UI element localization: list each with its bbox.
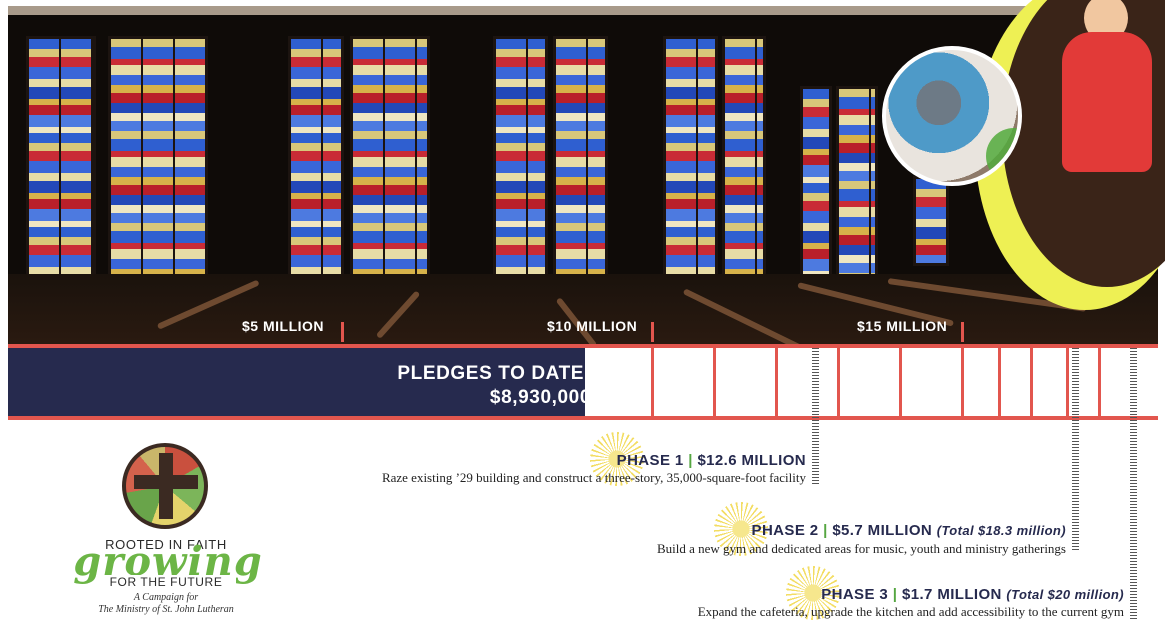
phase2-marker [1072,348,1079,552]
stained-glass-window [836,86,878,281]
logo-sub-line1: A Campaign for [133,592,199,603]
phase3-heading: PHASE 3 | $1.7 MILLION (Total $20 millio… [821,586,1124,603]
logo-sub-line2: The Ministry of St. John Lutheran [98,604,234,615]
bar-segment [899,348,902,416]
bar-segment [1098,348,1101,416]
phase1-amount: $12.6 MILLION [697,452,806,469]
stained-glass-window [350,36,430,301]
bar-segment [775,348,778,416]
bar-segment [1030,348,1033,416]
stained-glass-window [663,36,718,301]
pledges-amount: $8,930,000 [489,387,591,408]
phase2-description: Build a new gym and dedicated areas for … [656,541,1066,556]
milestone-tick [651,322,654,342]
phase3-total: (Total $20 million) [1006,587,1124,602]
stained-glass-window [722,36,766,301]
bar-segment [998,348,1001,416]
milestone-15m: $15 MILLION [857,318,948,334]
stained-glass-window [493,36,548,301]
phase3-description: Expand the cafeteria, upgrade the kitche… [697,604,1124,619]
logo-campaign-subtitle: A Campaign for The Ministry of St. John … [66,592,266,616]
phase2-heading: PHASE 2 | $5.7 MILLION (Total $18.3 mill… [752,522,1066,539]
phase2-name: PHASE 2 [751,522,819,539]
phase2-amount: $5.7 MILLION [832,522,933,539]
bar-segment [961,348,964,416]
pledges-label: PLEDGES TO DATE: [397,363,591,384]
milestone-tick [961,322,964,342]
stained-glass-window [288,36,344,301]
kids-photo [882,46,1022,186]
phase1-description: Raze existing ’29 building and construct… [381,470,806,485]
stained-glass-window [26,36,96,301]
milestone-tick [341,322,344,342]
stained-glass-window [913,176,949,266]
phase3-marker [1130,348,1137,620]
phase1-name: PHASE 1 [616,452,684,469]
phase2-separator: | [823,522,828,539]
cross-horizontal [134,475,198,489]
phase1-marker [812,348,819,484]
milestone-10m: $10 MILLION [547,318,638,334]
milestone-5m: $5 MILLION [242,318,325,334]
stained-glass-window [800,86,832,281]
logo-for-the-future: FOR THE FUTURE [96,575,236,589]
phase3-separator: | [892,586,898,603]
bar-segment [713,348,716,416]
bar-segment [1066,348,1069,416]
phase1-separator: | [688,452,693,469]
stained-glass-window [108,36,208,301]
phase1-heading: PHASE 1 | $12.6 MILLION [617,452,806,469]
kid-red-shirt [1062,32,1152,172]
stained-glass-window [553,36,608,301]
pledges-to-date: PLEDGES TO DATE: $8,930,000 [397,362,591,410]
phase2-total: (Total $18.3 million) [936,523,1066,538]
bar-segment [837,348,840,416]
bar-segment [651,348,654,416]
phase3-name: PHASE 3 [821,586,889,603]
top-stripe [8,6,1158,15]
cross-logo-icon [122,443,208,529]
phase3-amount: $1.7 MILLION [901,586,1002,603]
